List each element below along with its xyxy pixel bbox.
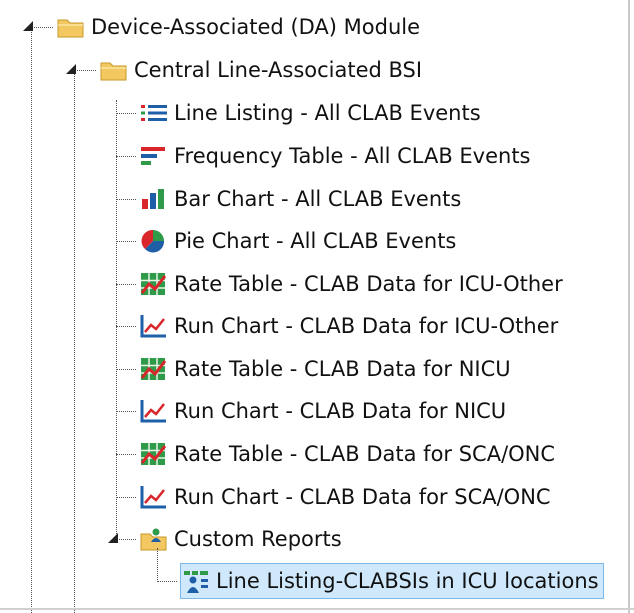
panel-border <box>628 0 630 613</box>
report-rate-table-icu-other[interactable]: Rate Table - CLAB Data for ICU-Other <box>139 266 567 302</box>
tree-connector <box>157 548 158 582</box>
tree-node-label: Central Line-Associated BSI <box>134 58 423 82</box>
report-run-chart-icu-other[interactable]: Run Chart - CLAB Data for ICU-Other <box>139 308 562 344</box>
tree-connector <box>74 70 75 613</box>
report-tree: Device-Associated (DA) Module Central Li… <box>0 0 634 613</box>
tree-connector <box>116 539 136 540</box>
bar-chart-icon <box>139 185 171 213</box>
folder-icon <box>99 56 131 84</box>
collapse-arrow-icon[interactable] <box>22 20 34 32</box>
report-rate-table-sca-onc[interactable]: Rate Table - CLAB Data for SCA/ONC <box>139 436 559 472</box>
report-label: Run Chart - CLAB Data for ICU-Other <box>174 314 559 338</box>
custom-line-listing-icon <box>181 567 213 595</box>
tree-connector <box>116 241 136 242</box>
run-chart-icon <box>139 312 171 340</box>
run-chart-icon <box>139 397 171 425</box>
report-label: Rate Table - CLAB Data for ICU-Other <box>174 272 563 296</box>
tree-connector <box>157 581 177 582</box>
folder-icon <box>56 13 88 41</box>
report-label: Bar Chart - All CLAB Events <box>174 187 462 211</box>
collapse-arrow-icon[interactable] <box>65 63 77 75</box>
run-chart-icon <box>139 483 171 511</box>
report-bar-chart[interactable]: Bar Chart - All CLAB Events <box>139 181 465 217</box>
rate-table-icon <box>139 440 171 468</box>
tree-connector <box>116 100 117 540</box>
report-label: Frequency Table - All CLAB Events <box>174 144 531 168</box>
rate-table-icon <box>139 270 171 298</box>
tree-connector <box>31 27 53 28</box>
report-custom-line-listing[interactable]: Line Listing-CLABSIs in ICU locations <box>180 563 604 599</box>
tree-connector <box>116 454 136 455</box>
report-label: Pie Chart - All CLAB Events <box>174 229 457 253</box>
tree-connector <box>116 199 136 200</box>
report-label: Rate Table - CLAB Data for NICU <box>174 357 511 381</box>
report-frequency-table[interactable]: Frequency Table - All CLAB Events <box>139 138 535 174</box>
tree-connector <box>116 411 136 412</box>
report-label: Run Chart - CLAB Data for NICU <box>174 399 507 423</box>
rate-table-icon <box>139 355 171 383</box>
pie-chart-icon <box>139 227 171 255</box>
collapse-arrow-icon[interactable] <box>107 532 119 544</box>
report-line-listing[interactable]: Line Listing - All CLAB Events <box>139 95 485 131</box>
tree-node-label: Device-Associated (DA) Module <box>91 15 421 39</box>
tree-node-custom-reports[interactable]: Custom Reports <box>139 521 346 557</box>
tree-node-clabsi[interactable]: Central Line-Associated BSI <box>99 52 426 88</box>
report-pie-chart[interactable]: Pie Chart - All CLAB Events <box>139 223 460 259</box>
report-label: Line Listing-CLABSIs in ICU locations <box>216 569 599 593</box>
tree-connector <box>116 497 136 498</box>
frequency-table-icon <box>139 142 171 170</box>
tree-connector <box>116 113 136 114</box>
tree-node-da-module[interactable]: Device-Associated (DA) Module <box>56 9 424 45</box>
report-label: Rate Table - CLAB Data for SCA/ONC <box>174 442 556 466</box>
tree-connector <box>31 27 32 613</box>
tree-node-label: Custom Reports <box>174 527 342 551</box>
tree-connector <box>74 70 96 71</box>
tree-connector <box>116 369 136 370</box>
tree-connector <box>116 326 136 327</box>
report-label: Line Listing - All CLAB Events <box>174 101 481 125</box>
report-rate-table-nicu[interactable]: Rate Table - CLAB Data for NICU <box>139 351 515 387</box>
report-run-chart-nicu[interactable]: Run Chart - CLAB Data for NICU <box>139 393 510 429</box>
panel-border <box>0 608 634 610</box>
custom-reports-folder-icon <box>139 525 171 553</box>
line-listing-icon <box>139 99 171 127</box>
tree-connector <box>116 284 136 285</box>
report-label: Run Chart - CLAB Data for SCA/ONC <box>174 485 551 509</box>
report-run-chart-sca-onc[interactable]: Run Chart - CLAB Data for SCA/ONC <box>139 479 555 515</box>
tree-connector <box>116 156 136 157</box>
